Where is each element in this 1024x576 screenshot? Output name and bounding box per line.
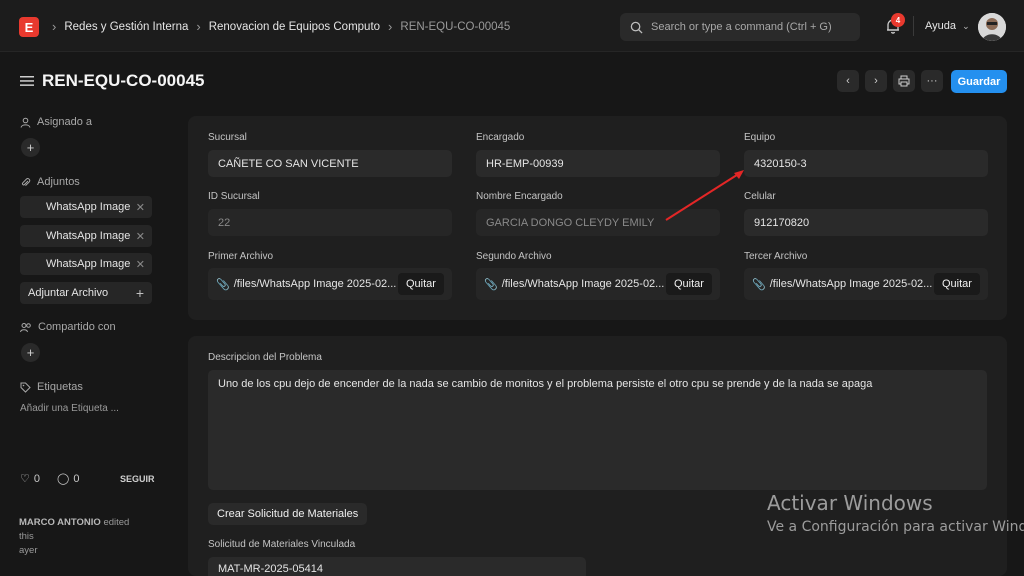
attachment-item[interactable]: WhatsApp Image ✕: [20, 196, 152, 218]
shared-with-label: Compartido con: [20, 321, 116, 333]
sidebar-toggle-icon[interactable]: [20, 75, 34, 87]
assigned-to-text: Asignado a: [37, 116, 93, 128]
follow-button[interactable]: SEGUIR: [120, 474, 155, 484]
close-icon[interactable]: ✕: [136, 201, 145, 214]
id-sucursal-label: ID Sucursal: [208, 191, 260, 202]
more-actions-button[interactable]: ···: [921, 70, 943, 92]
save-button[interactable]: Guardar: [951, 70, 1007, 93]
attachment-name: WhatsApp Image: [46, 230, 131, 242]
solicitud-field[interactable]: MAT-MR-2025-05414: [208, 557, 586, 576]
app-logo[interactable]: E: [19, 17, 39, 37]
chevron-right-icon: ›: [196, 19, 201, 34]
heart-icon: ♡: [20, 473, 30, 485]
next-doc-button[interactable]: ›: [865, 70, 887, 92]
comment-counter[interactable]: ◯ 0: [57, 472, 80, 486]
search-input[interactable]: Search or type a command (Ctrl + G): [620, 13, 860, 41]
close-icon[interactable]: ✕: [136, 230, 145, 243]
activity-user[interactable]: MARCO ANTONIO: [19, 517, 101, 528]
id-sucursal-field: 22: [208, 209, 452, 236]
annotation-arrow-icon: [665, 170, 744, 221]
plus-icon: +: [26, 140, 35, 155]
file-path[interactable]: /files/WhatsApp Image 2025-02...: [770, 278, 933, 290]
print-button[interactable]: [893, 70, 915, 92]
breadcrumb-item-module[interactable]: Redes y Gestión Interna: [64, 21, 188, 33]
user-icon: [20, 117, 31, 128]
sucursal-field[interactable]: CAÑETE CO SAN VICENTE: [208, 150, 452, 177]
help-dropdown[interactable]: Ayuda ⌄: [925, 20, 970, 32]
breadcrumb: › Redes y Gestión Interna › Renovacion d…: [52, 19, 510, 34]
notification-badge: 4: [891, 13, 905, 27]
file-path[interactable]: /files/WhatsApp Image 2025-02...: [502, 278, 665, 290]
encargado-label: Encargado: [476, 132, 525, 143]
comment-icon: ◯: [57, 473, 70, 485]
chevron-right-icon: ›: [52, 19, 57, 34]
tercer-archivo-label: Tercer Archivo: [744, 251, 808, 262]
paperclip-icon: 📎: [484, 278, 498, 291]
tag-icon: [20, 382, 31, 393]
attachments-label: Adjuntos: [20, 176, 80, 188]
remove-file-button[interactable]: Quitar: [934, 273, 980, 295]
chevron-right-icon: ›: [874, 75, 878, 87]
like-counter[interactable]: ♡ 0: [20, 472, 40, 486]
assigned-to-label: Asignado a: [20, 116, 92, 128]
paperclip-icon: 📎: [752, 278, 766, 291]
primer-archivo-label: Primer Archivo: [208, 251, 274, 262]
file-path[interactable]: /files/WhatsApp Image 2025-02...: [234, 278, 397, 290]
chevron-left-icon: ‹: [846, 75, 850, 87]
attachment-name: WhatsApp Image: [46, 201, 131, 213]
search-placeholder: Search or type a command (Ctrl + G): [651, 21, 832, 33]
shared-with-text: Compartido con: [38, 321, 116, 333]
close-icon[interactable]: ✕: [136, 258, 145, 271]
descripcion-label: Descripcion del Problema: [208, 352, 322, 363]
windows-activation-title: Activar Windows: [767, 491, 933, 515]
tags-label: Etiquetas: [20, 381, 83, 393]
attachment-item[interactable]: WhatsApp Image ✕: [20, 225, 152, 247]
ellipsis-icon: ···: [926, 75, 938, 87]
users-icon: [20, 322, 31, 332]
plus-icon: +: [26, 345, 35, 360]
breadcrumb-item-current: REN-EQU-CO-00045: [400, 20, 511, 33]
tags-text: Etiquetas: [37, 381, 83, 393]
comment-count: 0: [73, 472, 80, 485]
chevron-right-icon: ›: [388, 19, 393, 34]
paperclip-icon: 📎: [216, 278, 230, 291]
add-share-button[interactable]: +: [21, 343, 40, 362]
plus-icon: +: [135, 285, 144, 301]
attachment-item[interactable]: WhatsApp Image ✕: [20, 253, 152, 275]
printer-icon: [898, 75, 910, 87]
add-tag-link[interactable]: Añadir una Etiqueta ...: [20, 403, 119, 414]
divider: [913, 16, 914, 36]
descripcion-field[interactable]: Uno de los cpu dejo de encender de la na…: [208, 370, 987, 490]
attachments-text: Adjuntos: [37, 176, 80, 188]
paperclip-icon: [21, 177, 31, 186]
windows-activation-text: Ve a Configuración para activar Windows.: [767, 519, 1024, 535]
user-avatar-image: [978, 13, 1006, 41]
remove-file-button[interactable]: Quitar: [398, 273, 444, 295]
attach-file-button[interactable]: Adjuntar Archivo +: [20, 282, 152, 304]
prev-doc-button[interactable]: ‹: [837, 70, 859, 92]
attachment-name: WhatsApp Image: [46, 258, 131, 270]
breadcrumb-item-doctype[interactable]: Renovacion de Equipos Computo: [209, 21, 380, 33]
add-assignee-button[interactable]: +: [21, 138, 40, 157]
activity-time: ayer: [19, 544, 38, 556]
chevron-down-icon: ⌄: [962, 21, 970, 31]
remove-file-button[interactable]: Quitar: [666, 273, 712, 295]
equipo-label: Equipo: [744, 132, 776, 143]
avatar[interactable]: [978, 13, 1006, 41]
attach-file-label: Adjuntar Archivo: [28, 287, 109, 299]
search-icon: [630, 21, 643, 34]
nombre-encargado-label: Nombre Encargado: [476, 191, 563, 202]
segundo-archivo-label: Segundo Archivo: [476, 251, 552, 262]
activity-entry: MARCO ANTONIO edited this ayer: [19, 516, 144, 557]
celular-field[interactable]: 912170820: [744, 209, 988, 236]
sucursal-label: Sucursal: [208, 132, 247, 143]
solicitud-label: Solicitud de Materiales Vinculada: [208, 539, 356, 550]
help-label: Ayuda: [925, 20, 956, 32]
equipo-field[interactable]: 4320150-3: [744, 150, 988, 177]
create-material-request-button[interactable]: Crear Solicitud de Materiales: [208, 503, 368, 525]
page-title: REN-EQU-CO-00045: [42, 71, 205, 90]
like-count: 0: [33, 472, 40, 485]
